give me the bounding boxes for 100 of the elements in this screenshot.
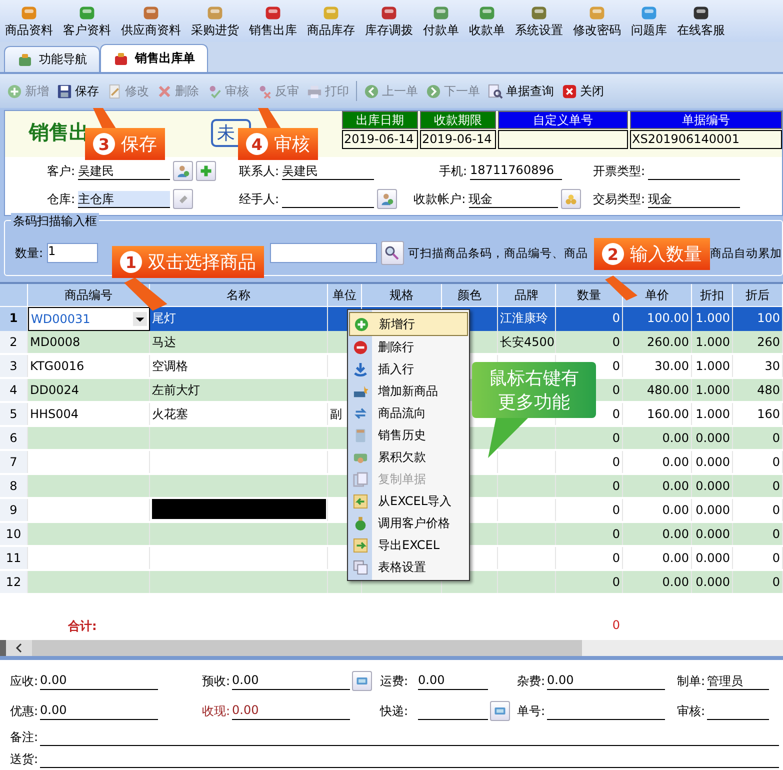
input-field[interactable]: 0.00 xyxy=(232,672,350,690)
app-icon xyxy=(78,4,96,22)
table-cell: 100.00 xyxy=(623,307,692,331)
barcode-field[interactable] xyxy=(270,243,377,263)
input-field[interactable]: 0.00 xyxy=(40,702,158,720)
table-cell: 江淮康玲 xyxy=(498,307,556,331)
header-field[interactable]: 2019-06-14 xyxy=(420,130,496,149)
column-header[interactable]: 单价 xyxy=(645,284,669,306)
table-cell: 30 xyxy=(733,355,783,377)
plus-icon xyxy=(7,84,22,98)
table-cell: 0.00 xyxy=(623,451,692,473)
input-field[interactable]: 0.00 xyxy=(40,672,158,690)
menu-item[interactable]: 付款单 xyxy=(418,0,464,42)
toolbar-button[interactable]: 单据查询 xyxy=(487,80,555,102)
table-cell: 1.000 xyxy=(692,331,733,353)
menu-item[interactable]: 收款单 xyxy=(464,0,510,42)
table-cell: 火花塞 xyxy=(150,403,328,425)
cross-icon xyxy=(157,84,172,98)
lookup-icon[interactable] xyxy=(490,701,510,721)
menu-item[interactable]: 商品资料 xyxy=(0,0,58,42)
toolbar-button[interactable]: 保存 xyxy=(56,80,100,102)
app-icon xyxy=(530,4,548,22)
menu-item[interactable]: 新增行 xyxy=(349,312,468,336)
save-icon xyxy=(57,84,72,98)
menu-item[interactable]: 增加新商品 xyxy=(349,380,468,402)
tab[interactable]: 销售出库单 xyxy=(100,44,208,72)
menu-item[interactable]: 供应商资料 xyxy=(116,0,186,42)
header-field[interactable] xyxy=(498,130,628,149)
input-field[interactable]: 0.00 xyxy=(418,672,488,690)
input-field[interactable]: 0.00 xyxy=(232,702,350,720)
input-field[interactable]: 管理员 xyxy=(707,672,770,690)
table-cell: 160 xyxy=(733,403,783,425)
header-field[interactable]: XS201906140001 xyxy=(630,130,782,149)
field-label: 手机: xyxy=(438,162,467,180)
menu-item[interactable]: 插入行 xyxy=(349,358,468,380)
person-icon[interactable] xyxy=(173,161,193,181)
menu-item[interactable]: 销售历史 xyxy=(349,424,468,446)
menu-item[interactable]: 累积欠款 xyxy=(349,446,468,468)
table-cell: 0.000 xyxy=(692,475,733,497)
table-cell: HHS004 xyxy=(28,403,150,425)
table-cell: 10 xyxy=(0,523,28,545)
menu-item[interactable]: 采购进货 xyxy=(186,0,244,42)
table-cell: 480 xyxy=(733,379,783,401)
table-cell: 0 xyxy=(733,451,783,473)
menu-item[interactable]: 系统设置 xyxy=(510,0,568,42)
menu-item[interactable]: 修改密码 xyxy=(568,0,626,42)
column-header[interactable]: 规格 xyxy=(390,284,414,306)
total-label: 合计: xyxy=(67,618,98,635)
table-cell[interactable]: WD00031 xyxy=(28,307,150,331)
callout-text: 双击选择商品 xyxy=(148,251,256,274)
dropdown-icon[interactable] xyxy=(133,312,147,326)
search-icon[interactable] xyxy=(380,241,404,265)
menu-item[interactable]: 销售出库 xyxy=(244,0,302,42)
menu-item[interactable]: 客户资料 xyxy=(58,0,116,42)
field-label: 应收: xyxy=(10,672,38,690)
column-header[interactable]: 折扣 xyxy=(700,284,724,306)
menu-item[interactable]: 导出EXCEL xyxy=(349,534,468,556)
toolbar-button[interactable]: 关闭 xyxy=(561,80,605,102)
tab[interactable]: 功能导航 xyxy=(4,46,100,72)
input-field[interactable]: 0.00 xyxy=(547,672,666,690)
column-header[interactable]: 折后 xyxy=(746,284,770,306)
table-cell: 0.00 xyxy=(623,499,692,521)
input-field[interactable]: 吴建民 xyxy=(282,162,374,180)
table-cell: 0 xyxy=(556,475,623,497)
column-header[interactable]: 单位 xyxy=(332,284,356,306)
menu-item[interactable]: 库存调拨 xyxy=(360,0,418,42)
app-icon xyxy=(432,4,450,22)
input-field[interactable]: 吴建民 xyxy=(78,162,170,180)
lookup-icon[interactable] xyxy=(352,671,372,691)
plus-icon[interactable] xyxy=(196,161,216,181)
column-header[interactable]: 颜色 xyxy=(458,284,482,306)
column-header[interactable]: 品牌 xyxy=(514,284,538,306)
input-field[interactable]: 现金 xyxy=(648,190,740,208)
menu-item[interactable]: 调用客户价格 xyxy=(349,512,468,534)
menu-item[interactable]: 在线客服 xyxy=(672,0,730,42)
header-field[interactable]: 2019-06-14 xyxy=(342,130,418,149)
input-field[interactable]: 18711760896 xyxy=(470,162,562,180)
table-cell: 480.00 xyxy=(623,379,692,401)
table-cell: 0 xyxy=(733,499,783,521)
table-cell: MD0008 xyxy=(28,331,150,353)
app-icon xyxy=(380,4,398,22)
table-cell: 1.000 xyxy=(692,307,733,331)
table-cell: 0.000 xyxy=(692,499,733,521)
menu-item[interactable]: 商品库存 xyxy=(302,0,360,42)
horizontal-scrollbar[interactable] xyxy=(0,640,783,656)
table-cell: 0 xyxy=(556,523,623,545)
column-header[interactable]: 名称 xyxy=(226,284,250,306)
menu-item[interactable]: 从EXCEL导入 xyxy=(349,490,468,512)
menu-item[interactable]: 问题库 xyxy=(626,0,672,42)
input-field[interactable]: 现金 xyxy=(468,190,558,208)
callout-text: 保存 xyxy=(121,133,157,156)
column-header[interactable]: 数量 xyxy=(577,284,601,306)
input-field[interactable]: 主仓库 xyxy=(78,190,170,208)
import-icon xyxy=(353,494,368,508)
quantity-field[interactable]: 1 xyxy=(47,243,98,263)
column-header[interactable]: 商品编号 xyxy=(64,284,112,306)
table-cell: 0.000 xyxy=(692,427,733,449)
table-cell: 0 xyxy=(733,523,783,545)
person-icon[interactable] xyxy=(377,189,397,209)
table-cell: 9 xyxy=(0,499,28,521)
